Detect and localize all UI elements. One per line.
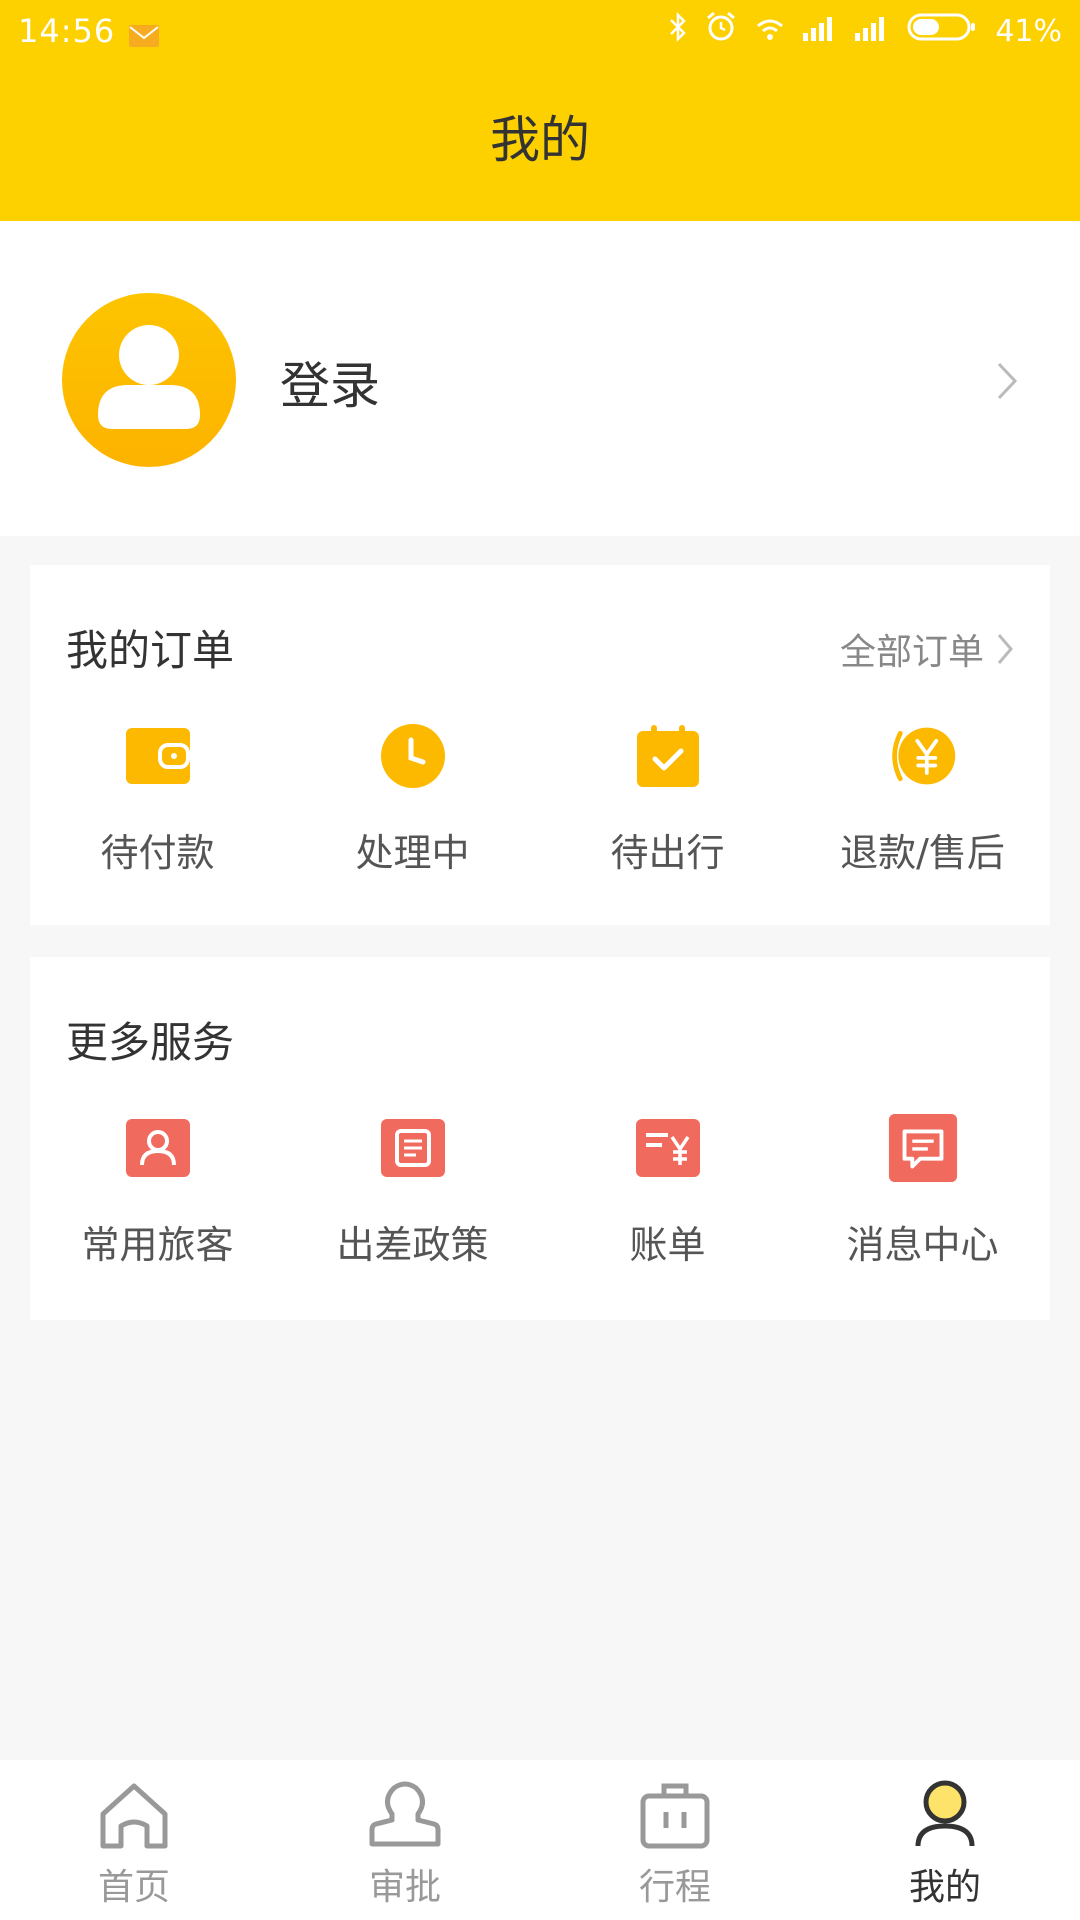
orders-card: 我的订单 全部订单 待付款 处理中 待出行 退款/售后 (30, 565, 1050, 925)
service-label: 消息中心 (846, 1223, 999, 1267)
refund-icon (887, 720, 959, 792)
clock-icon (377, 720, 449, 792)
order-label: 退款/售后 (840, 831, 1005, 875)
orders-grid: 待付款 处理中 待出行 退款/售后 (30, 720, 1050, 877)
service-label: 出差政策 (336, 1223, 489, 1267)
bottom-tab-bar: 首页 审批 行程 我的 (0, 1760, 1080, 1920)
bill-icon (632, 1112, 704, 1184)
traveler-icon (122, 1112, 194, 1184)
order-refund-aftersale[interactable]: 退款/售后 (795, 720, 1050, 877)
tab-itinerary[interactable]: 行程 (585, 1780, 765, 1910)
status-time: 14:56 (18, 12, 116, 50)
policy-icon (377, 1112, 449, 1184)
page-title: 我的 (490, 111, 590, 169)
status-bar: 14:56 41% (0, 0, 1080, 62)
service-message-center[interactable]: 消息中心 (795, 1112, 1050, 1269)
tab-profile[interactable]: 我的 (855, 1780, 1035, 1910)
top-header: 14:56 41% 我的 (0, 0, 1080, 221)
tab-label: 审批 (368, 1867, 441, 1908)
order-label: 待出行 (610, 831, 725, 875)
tab-label: 我的 (908, 1867, 981, 1908)
home-icon (97, 1780, 171, 1854)
service-bill[interactable]: 账单 (540, 1112, 795, 1269)
bluetooth-icon (669, 11, 687, 50)
service-label: 常用旅客 (81, 1223, 234, 1267)
signal-icon-2 (855, 14, 889, 49)
battery-percentage: 41% (995, 13, 1062, 49)
order-processing[interactable]: 处理中 (285, 720, 540, 877)
login-row[interactable]: 登录 (0, 221, 1080, 536)
wifi-icon (755, 14, 785, 49)
tab-label: 行程 (638, 1867, 711, 1908)
profile-icon (908, 1780, 982, 1854)
wallet-icon (122, 720, 194, 792)
briefcase-icon (638, 1780, 712, 1854)
chevron-right-icon (997, 634, 1013, 664)
calendar-check-icon (632, 720, 704, 792)
order-pending-payment[interactable]: 待付款 (30, 720, 285, 877)
approval-icon (368, 1780, 442, 1854)
tab-home[interactable]: 首页 (44, 1780, 224, 1910)
order-label: 处理中 (355, 831, 470, 875)
avatar[interactable] (62, 293, 236, 467)
user-avatar-icon (98, 325, 200, 429)
orders-title: 我的订单 (66, 626, 235, 675)
all-orders-link[interactable]: 全部订单 (840, 623, 1014, 675)
notification-mail-icon (129, 20, 160, 47)
order-upcoming-trip[interactable]: 待出行 (540, 720, 795, 877)
signal-icon-1 (803, 14, 837, 49)
message-icon (887, 1112, 959, 1184)
alarm-icon (705, 11, 737, 51)
all-orders-label: 全部订单 (839, 632, 984, 673)
battery-icon (907, 12, 977, 50)
chevron-right-icon (996, 361, 1018, 405)
tab-label: 首页 (97, 1867, 170, 1908)
order-label: 待付款 (100, 831, 215, 875)
services-title: 更多服务 (66, 1018, 235, 1067)
tab-approval[interactable]: 审批 (315, 1780, 495, 1910)
services-grid: 常用旅客 出差政策 账单 消息中心 (30, 1112, 1050, 1269)
service-frequent-travelers[interactable]: 常用旅客 (30, 1112, 285, 1269)
service-travel-policy[interactable]: 出差政策 (285, 1112, 540, 1269)
login-label[interactable]: 登录 (280, 346, 380, 418)
service-label: 账单 (629, 1223, 706, 1267)
services-card: 更多服务 常用旅客 出差政策 账单 消息中心 (30, 957, 1050, 1320)
